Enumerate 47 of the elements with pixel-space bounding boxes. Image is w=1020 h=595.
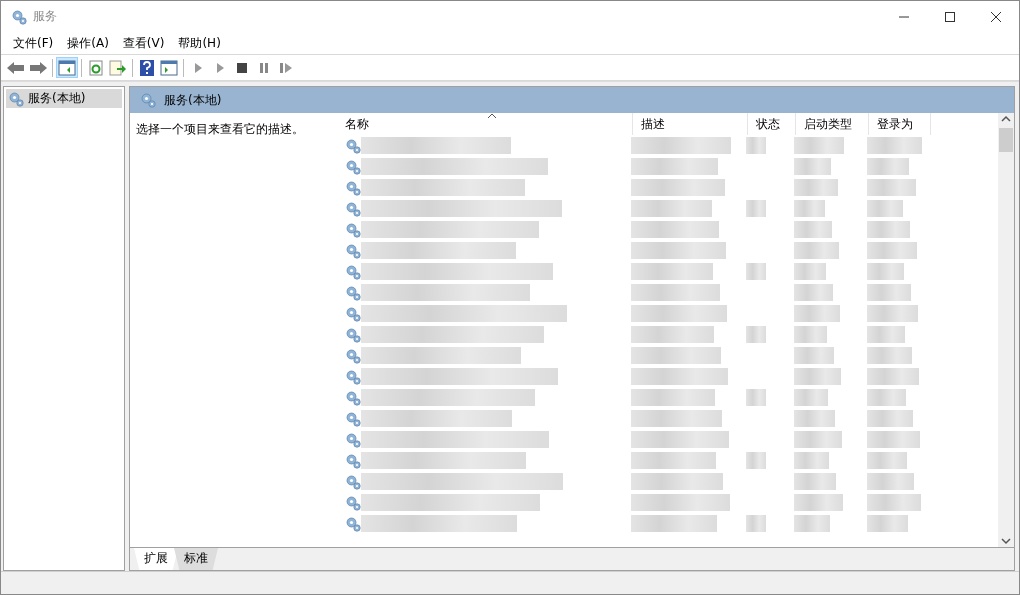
service-gear-icon	[345, 242, 361, 259]
app-icon	[11, 8, 27, 25]
menu-item[interactable]: 操作(A)	[60, 34, 116, 52]
service-gear-icon	[345, 389, 361, 406]
maximize-icon[interactable]	[944, 10, 956, 23]
gear-icon	[8, 90, 24, 107]
column-header[interactable]: 登录为	[869, 113, 931, 135]
service-gear-icon	[345, 326, 361, 343]
service-gear-icon	[345, 200, 361, 217]
service-gear-icon	[345, 368, 361, 385]
stop-icon[interactable]	[236, 60, 248, 75]
window-title: 服务	[33, 8, 58, 25]
service-gear-icon	[345, 179, 361, 196]
service-gear-icon	[345, 137, 361, 154]
pane-title: 服务(本地)	[164, 91, 222, 109]
view-tab[interactable]: 扩展	[134, 548, 178, 570]
service-gear-icon	[345, 515, 361, 532]
gear-icon	[140, 92, 156, 108]
service-gear-icon	[345, 284, 361, 301]
scroll-thumb[interactable]	[999, 128, 1013, 152]
sort-caret-icon	[487, 112, 497, 120]
service-gear-icon	[345, 431, 361, 448]
view-tab[interactable]: 标准	[174, 548, 218, 570]
menu-item[interactable]: 帮助(H)	[171, 34, 228, 52]
menu-item[interactable]: 文件(F)	[6, 34, 61, 52]
service-gear-icon	[345, 410, 361, 427]
scroll-down-icon[interactable]	[1001, 535, 1011, 547]
description-text: 选择一个项目来查看它的描述。	[136, 122, 304, 136]
column-header[interactable]: 启动类型	[796, 113, 869, 135]
service-gear-icon	[345, 473, 361, 490]
service-gear-icon	[345, 494, 361, 511]
column-header[interactable]: 状态	[748, 113, 796, 135]
column-header[interactable]: 名称	[337, 113, 633, 135]
play-icon[interactable]	[192, 60, 204, 75]
service-gear-icon	[345, 347, 361, 364]
close-icon[interactable]	[990, 10, 1002, 23]
play-icon[interactable]	[214, 60, 226, 75]
service-gear-icon	[345, 221, 361, 238]
service-gear-icon	[345, 263, 361, 280]
scrollbar[interactable]	[998, 113, 1014, 547]
menu-item[interactable]: 查看(V)	[115, 34, 172, 52]
service-gear-icon	[345, 158, 361, 175]
column-header[interactable]: 描述	[633, 113, 748, 135]
tree-item[interactable]: 服务(本地)	[6, 89, 122, 108]
pause-icon[interactable]	[258, 60, 270, 75]
service-gear-icon	[345, 305, 361, 322]
service-gear-icon	[345, 452, 361, 469]
